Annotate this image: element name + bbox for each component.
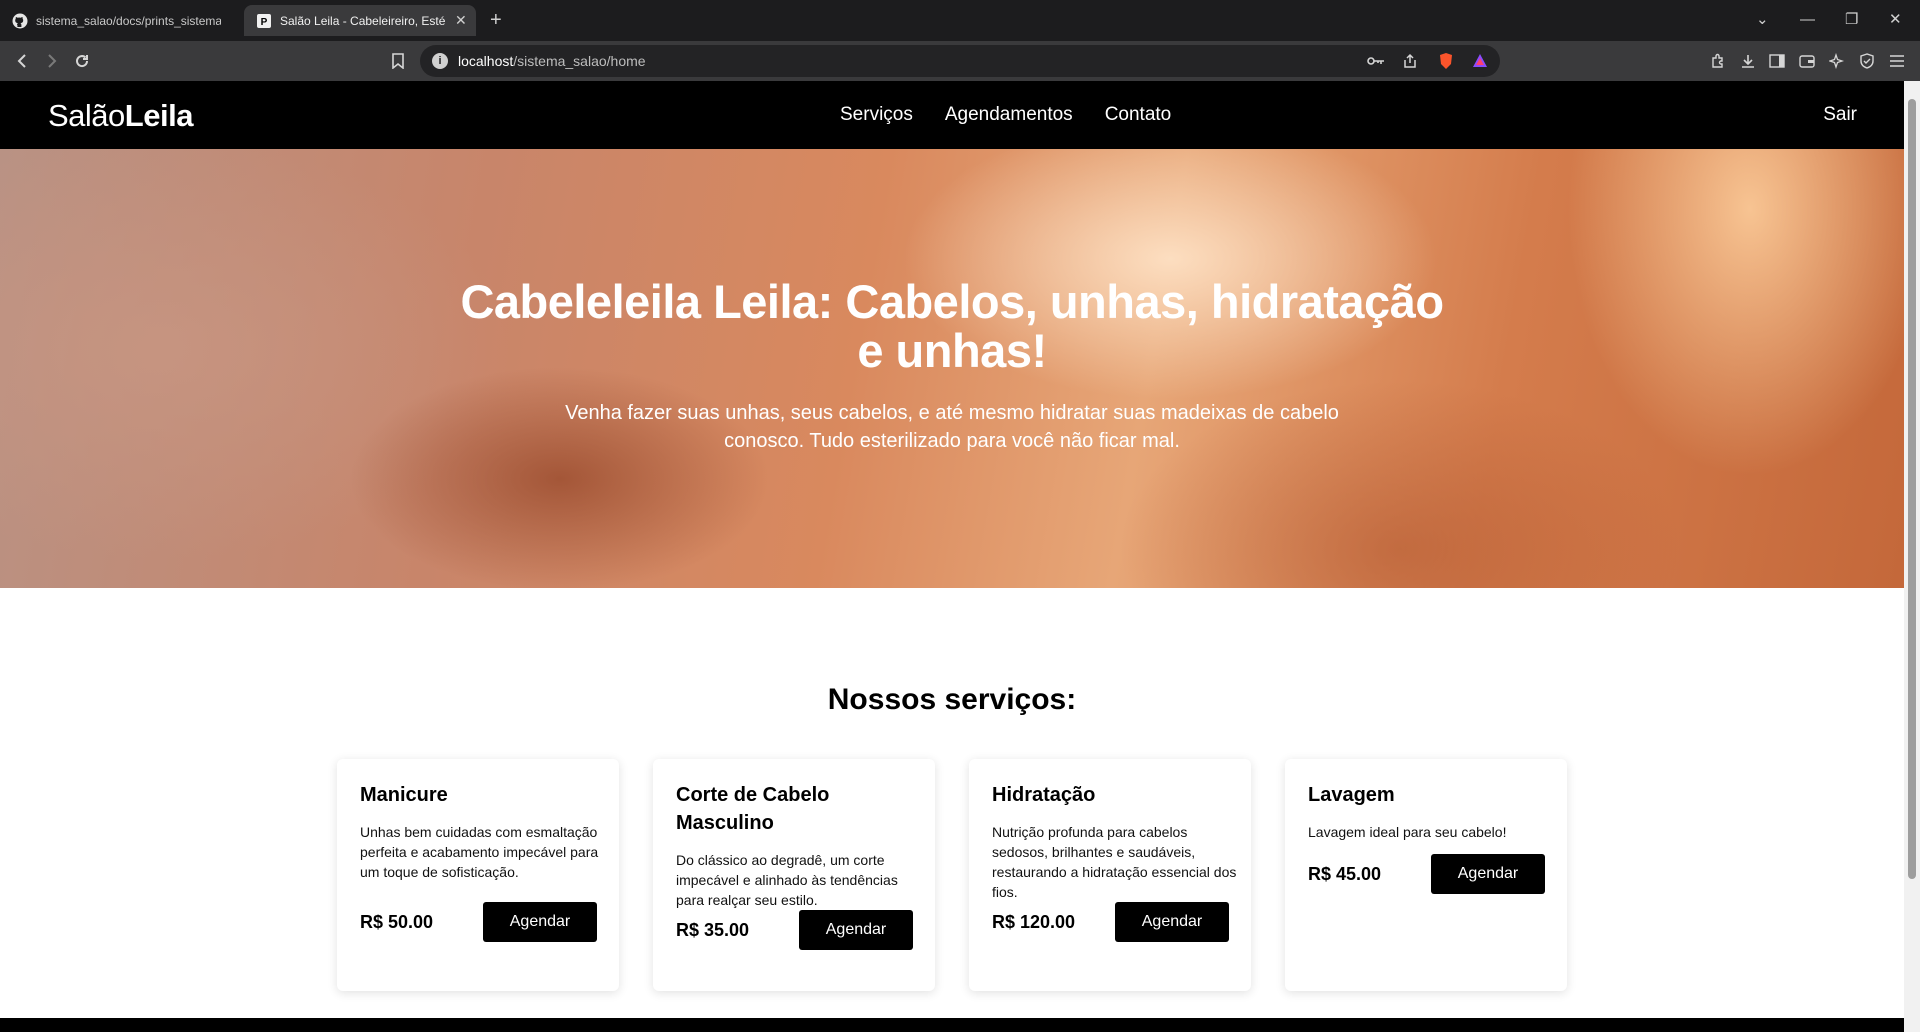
- extensions-icon[interactable]: [1706, 49, 1730, 73]
- key-icon[interactable]: [1364, 49, 1388, 73]
- service-price: R$ 120.00: [992, 912, 1076, 932]
- wallet-icon[interactable]: [1795, 49, 1819, 73]
- scrollbar-thumb[interactable]: [1908, 99, 1916, 879]
- nav-link-contato[interactable]: Contato: [1105, 104, 1172, 126]
- brave-shield-icon[interactable]: [1434, 49, 1458, 73]
- plus-icon[interactable]: +: [490, 8, 502, 32]
- nav-link-servicos[interactable]: Serviços: [840, 104, 913, 126]
- logout-link[interactable]: Sair: [1823, 104, 1857, 126]
- tab-title: sistema_salao/docs/prints_sistema/(: [36, 13, 221, 28]
- service-description: Unhas bem cuidadas com esmaltação perfei…: [360, 824, 599, 880]
- service-card-manicure: Manicure Unhas bem cuidadas com esmaltaç…: [337, 759, 619, 991]
- address-bar[interactable]: i localhost/sistema_salao/home: [420, 45, 1500, 77]
- service-price: R$ 35.00: [676, 920, 750, 940]
- schedule-button[interactable]: Agendar: [1115, 902, 1229, 942]
- hero-title: Cabeleleila Leila: Cabelos, unhas, hidra…: [460, 275, 1444, 377]
- service-name: Manicure: [360, 784, 448, 806]
- site-favicon-icon: P: [256, 13, 272, 29]
- service-card-hidratacao: Hidratação Nutrição profunda para cabelo…: [969, 759, 1251, 991]
- back-icon[interactable]: [10, 49, 34, 73]
- service-description: Nutrição profunda para cabelos sedosos, …: [992, 824, 1237, 900]
- menu-icon[interactable]: [1885, 49, 1909, 73]
- close-icon[interactable]: ✕: [455, 12, 467, 29]
- vertical-scrollbar[interactable]: [1904, 81, 1920, 1032]
- share-icon[interactable]: [1398, 49, 1422, 73]
- service-card-corte-masculino: Corte de Cabelo Masculino Do clássico ao…: [653, 759, 935, 991]
- rewards-icon[interactable]: [1468, 49, 1492, 73]
- site-logo[interactable]: SalãoLeila: [48, 98, 193, 134]
- github-icon: [12, 13, 28, 29]
- vpn-icon[interactable]: [1855, 49, 1879, 73]
- main-menu: Serviços Agendamentos Contato: [840, 104, 1171, 126]
- sidebar-icon[interactable]: [1765, 49, 1789, 73]
- url-text: localhost/sistema_salao/home: [458, 53, 646, 69]
- page-viewport: SalãoLeila Serviços Agendamentos Contato…: [0, 81, 1904, 1032]
- service-price: R$ 50.00: [360, 912, 434, 932]
- service-price: R$ 45.00: [1308, 864, 1382, 884]
- service-description: Do clássico ao degradê, um corte impecáv…: [676, 852, 898, 908]
- footer: [0, 1018, 1904, 1032]
- leo-ai-icon[interactable]: [1825, 49, 1849, 73]
- reload-icon[interactable]: [70, 49, 94, 73]
- bookmark-icon[interactable]: [386, 49, 410, 73]
- service-name: Hidratação: [992, 784, 1096, 806]
- download-icon[interactable]: [1736, 49, 1760, 73]
- tab-title: Salão Leila - Cabeleireiro, Estéti: [280, 13, 445, 28]
- service-description: Lavagem ideal para seu cabelo!: [1308, 824, 1507, 840]
- hero-subtitle: Venha fazer suas unhas, seus cabelos, e …: [565, 402, 1339, 452]
- chevron-down-icon[interactable]: ⌄: [1756, 8, 1769, 32]
- svg-text:P: P: [261, 17, 268, 28]
- site-navbar: SalãoLeila Serviços Agendamentos Contato…: [0, 81, 1904, 149]
- tab-salao-leila[interactable]: P Salão Leila - Cabeleireiro, Estéti ✕: [244, 5, 476, 36]
- services-heading: Nossos serviços:: [827, 683, 1077, 716]
- service-name: Lavagem: [1308, 784, 1395, 806]
- nav-link-agendamentos[interactable]: Agendamentos: [945, 104, 1073, 126]
- minimize-icon[interactable]: —: [1800, 8, 1815, 32]
- browser-toolbar: i localhost/sistema_salao/home: [0, 41, 1920, 81]
- schedule-button[interactable]: Agendar: [799, 910, 913, 950]
- forward-icon[interactable]: [40, 49, 64, 73]
- tab-github[interactable]: sistema_salao/docs/prints_sistema/(: [0, 5, 240, 36]
- schedule-button[interactable]: Agendar: [1431, 854, 1545, 894]
- info-icon[interactable]: i: [432, 53, 448, 69]
- hero-banner: Cabeleleila Leila: Cabelos, unhas, hidra…: [0, 149, 1904, 588]
- restore-icon[interactable]: ❐: [1845, 8, 1858, 32]
- browser-tab-bar: sistema_salao/docs/prints_sistema/( P Sa…: [0, 0, 1920, 41]
- service-card-lavagem: Lavagem Lavagem ideal para seu cabelo! R…: [1285, 759, 1567, 991]
- service-name: Corte de Cabelo Masculino: [676, 784, 830, 834]
- close-window-icon[interactable]: ✕: [1889, 8, 1902, 32]
- schedule-button[interactable]: Agendar: [483, 902, 597, 942]
